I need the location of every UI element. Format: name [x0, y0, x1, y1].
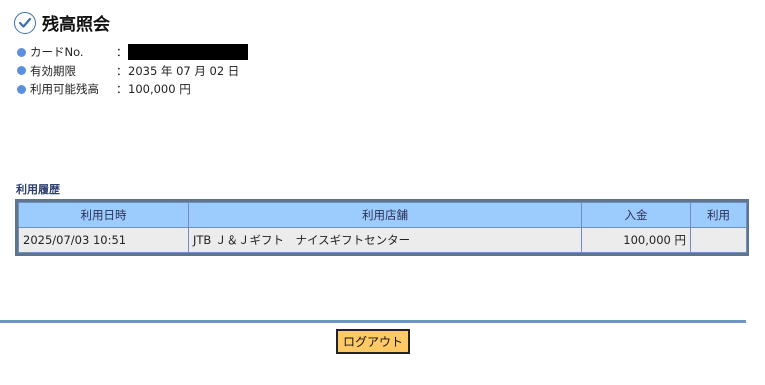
cell-datetime: 2025/07/03 10:51: [18, 227, 189, 253]
card-number-redacted: [128, 44, 248, 61]
column-header-deposit: 入金: [581, 202, 691, 228]
card-number-row: カードNo. ：: [17, 43, 248, 62]
table-row: 2025/07/03 10:51 JTB Ｊ＆Ｊギフト ナイスギフトセンター 1…: [18, 227, 747, 253]
column-header-usage: 利用: [690, 202, 747, 228]
cell-store: JTB Ｊ＆Ｊギフト ナイスギフトセンター: [188, 227, 582, 253]
expiry-row: 有効期限 ： 2035 年 07 月 02 日: [17, 62, 248, 81]
check-circle-icon: [14, 11, 36, 34]
table-header-row: 利用日時 利用店舗 入金 利用: [18, 202, 747, 228]
history-heading: 利用履歴: [16, 183, 60, 196]
cell-usage: [690, 227, 747, 253]
column-header-store: 利用店舗: [188, 202, 582, 228]
bullet-icon: [17, 84, 26, 94]
card-info: カードNo. ： 有効期限 ： 2035 年 07 月 02 日 利用可能残高 …: [17, 43, 248, 99]
balance-row: 利用可能残高 ： 100,000 円: [17, 80, 248, 99]
history-table: 利用日時 利用店舗 入金 利用 2025/07/03 10:51 JTB Ｊ＆Ｊ…: [18, 202, 747, 253]
page-header: 残高照会: [14, 10, 110, 35]
cell-deposit: 100,000 円: [581, 227, 691, 253]
divider: [0, 320, 746, 323]
card-number-label: カードNo.: [30, 45, 84, 60]
logout-button[interactable]: ログアウト: [336, 329, 410, 354]
page-title: 残高照会: [42, 15, 110, 35]
expiry-label: 有効期限: [30, 63, 76, 78]
balance-label: 利用可能残高: [30, 82, 99, 97]
column-header-datetime: 利用日時: [18, 202, 189, 228]
bullet-icon: [17, 47, 26, 57]
separator: ：: [116, 45, 128, 60]
expiry-value: 2035 年 07 月 02 日: [128, 63, 240, 78]
bullet-icon: [17, 66, 26, 76]
separator: ：: [116, 82, 128, 97]
balance-value: 100,000 円: [128, 82, 191, 97]
history-table-frame: 利用日時 利用店舗 入金 利用 2025/07/03 10:51 JTB Ｊ＆Ｊ…: [15, 199, 749, 256]
separator: ：: [116, 63, 128, 78]
